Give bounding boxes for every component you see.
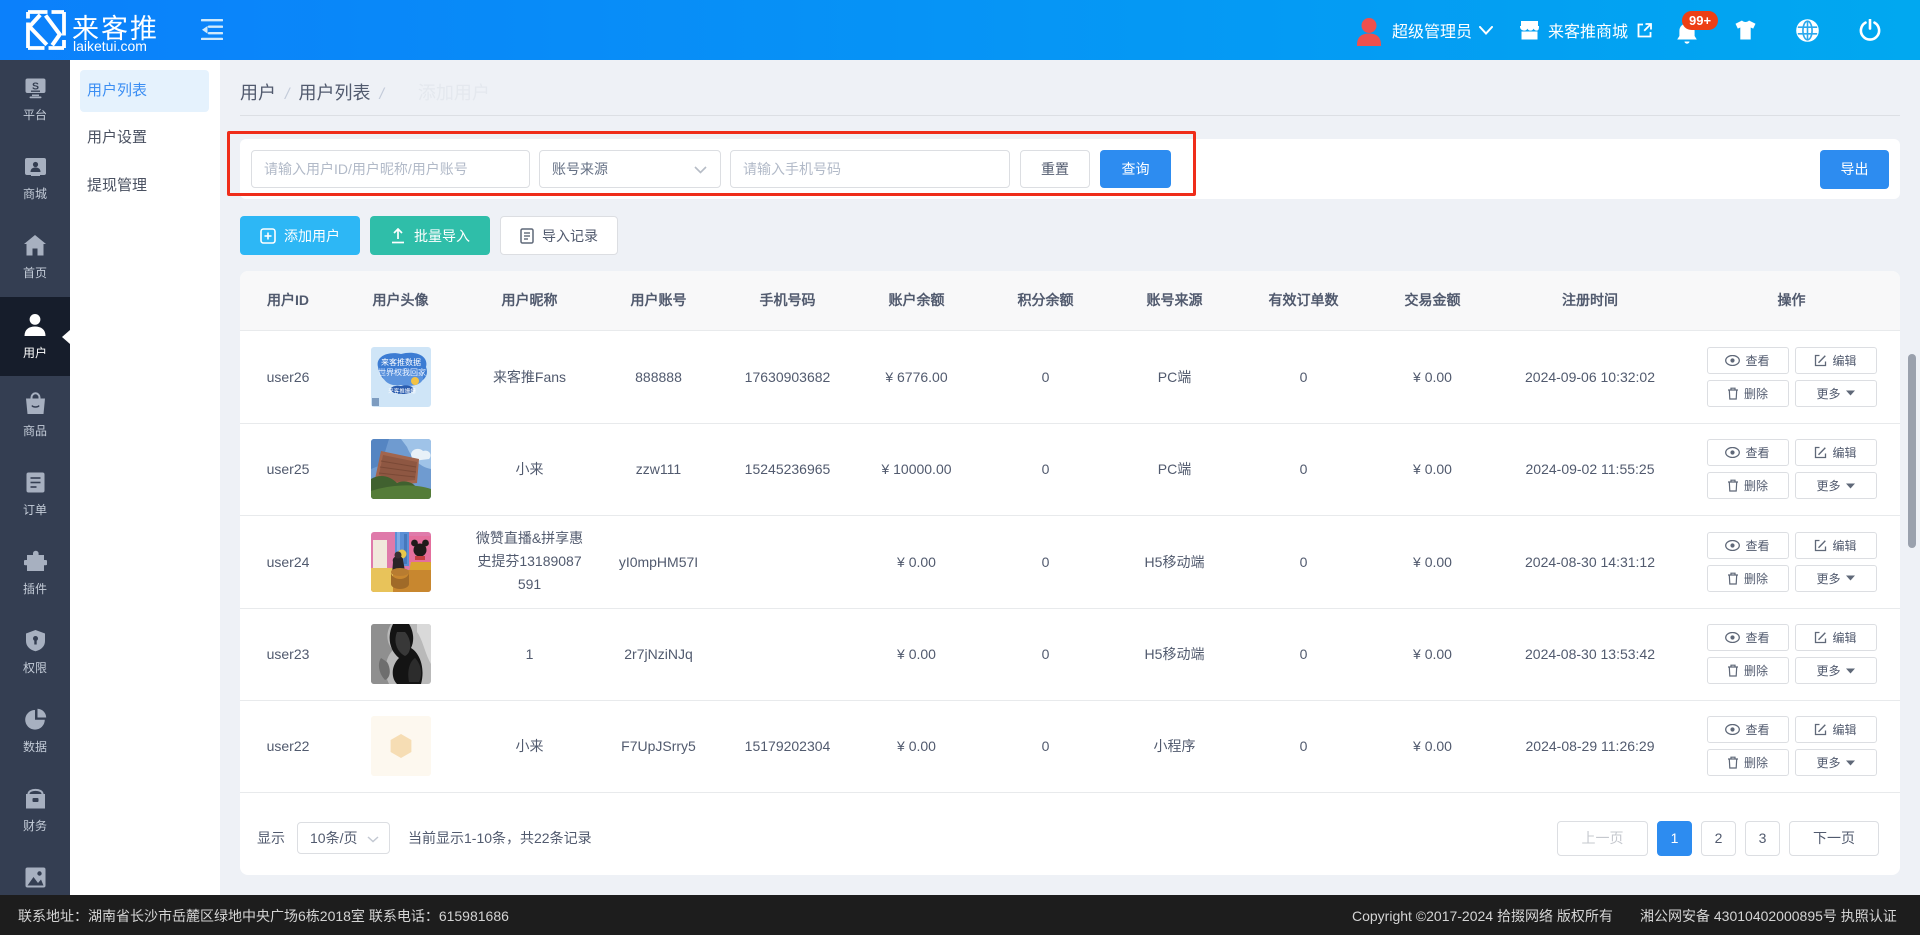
svg-text:来客推姗姗: 来客推姗姗 [388, 387, 416, 395]
svg-text:来客推数据: 来客推数据 [381, 357, 421, 367]
svg-text:世界权我回家: 世界权我回家 [378, 367, 426, 377]
